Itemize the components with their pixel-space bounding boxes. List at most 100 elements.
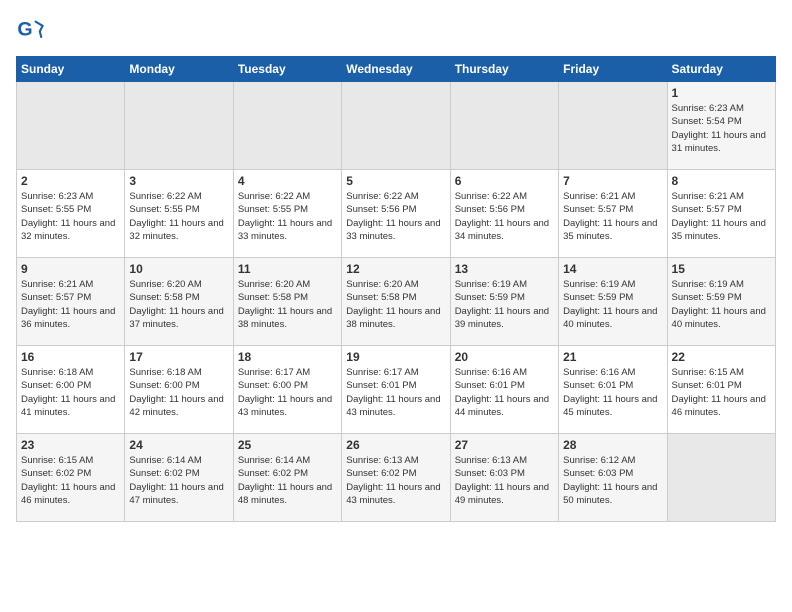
day-number: 9 [21, 262, 120, 276]
cell-info: Sunrise: 6:21 AMSunset: 5:57 PMDaylight:… [563, 190, 662, 243]
calendar-cell [450, 82, 558, 170]
column-header-friday: Friday [559, 57, 667, 82]
calendar-week-row: 9 Sunrise: 6:21 AMSunset: 5:57 PMDaylight… [17, 258, 776, 346]
day-number: 7 [563, 174, 662, 188]
cell-info: Sunrise: 6:13 AMSunset: 6:02 PMDaylight:… [346, 454, 445, 507]
calendar-cell: 11 Sunrise: 6:20 AMSunset: 5:58 PMDayligh… [233, 258, 341, 346]
calendar-cell: 5 Sunrise: 6:22 AMSunset: 5:56 PMDaylight… [342, 170, 450, 258]
cell-info: Sunrise: 6:17 AMSunset: 6:01 PMDaylight:… [346, 366, 445, 419]
day-number: 11 [238, 262, 337, 276]
calendar-cell [342, 82, 450, 170]
calendar-cell [233, 82, 341, 170]
day-number: 24 [129, 438, 228, 452]
column-header-wednesday: Wednesday [342, 57, 450, 82]
column-header-monday: Monday [125, 57, 233, 82]
calendar-cell: 7 Sunrise: 6:21 AMSunset: 5:57 PMDaylight… [559, 170, 667, 258]
day-number: 23 [21, 438, 120, 452]
calendar-cell [667, 434, 775, 522]
cell-info: Sunrise: 6:23 AMSunset: 5:54 PMDaylight:… [672, 102, 771, 155]
day-number: 8 [672, 174, 771, 188]
calendar-cell: 2 Sunrise: 6:23 AMSunset: 5:55 PMDaylight… [17, 170, 125, 258]
day-number: 25 [238, 438, 337, 452]
calendar-header-row: SundayMondayTuesdayWednesdayThursdayFrid… [17, 57, 776, 82]
day-number: 2 [21, 174, 120, 188]
day-number: 12 [346, 262, 445, 276]
cell-info: Sunrise: 6:21 AMSunset: 5:57 PMDaylight:… [672, 190, 771, 243]
day-number: 5 [346, 174, 445, 188]
cell-info: Sunrise: 6:12 AMSunset: 6:03 PMDaylight:… [563, 454, 662, 507]
calendar-cell: 25 Sunrise: 6:14 AMSunset: 6:02 PMDayligh… [233, 434, 341, 522]
cell-info: Sunrise: 6:22 AMSunset: 5:55 PMDaylight:… [238, 190, 337, 243]
calendar-cell: 20 Sunrise: 6:16 AMSunset: 6:01 PMDayligh… [450, 346, 558, 434]
calendar-cell: 18 Sunrise: 6:17 AMSunset: 6:00 PMDayligh… [233, 346, 341, 434]
day-number: 22 [672, 350, 771, 364]
calendar-cell: 21Sunrise: 6:16 AMSunset: 6:01 PMDayligh… [559, 346, 667, 434]
day-number: 28 [563, 438, 662, 452]
calendar-cell [17, 82, 125, 170]
day-number: 4 [238, 174, 337, 188]
cell-info: Sunrise: 6:14 AMSunset: 6:02 PMDaylight:… [238, 454, 337, 507]
day-number: 27 [455, 438, 554, 452]
cell-info: Sunrise: 6:15 AMSunset: 6:02 PMDaylight:… [21, 454, 120, 507]
calendar-table: SundayMondayTuesdayWednesdayThursdayFrid… [16, 56, 776, 522]
calendar-cell [559, 82, 667, 170]
cell-info: Sunrise: 6:22 AMSunset: 5:56 PMDaylight:… [346, 190, 445, 243]
day-number: 1 [672, 86, 771, 100]
cell-info: Sunrise: 6:14 AMSunset: 6:02 PMDaylight:… [129, 454, 228, 507]
calendar-cell: 26Sunrise: 6:13 AMSunset: 6:02 PMDayligh… [342, 434, 450, 522]
day-number: 14 [563, 262, 662, 276]
column-header-thursday: Thursday [450, 57, 558, 82]
cell-info: Sunrise: 6:21 AMSunset: 5:57 PMDaylight:… [21, 278, 120, 331]
cell-info: Sunrise: 6:19 AMSunset: 5:59 PMDaylight:… [672, 278, 771, 331]
calendar-week-row: 1 Sunrise: 6:23 AMSunset: 5:54 PMDaylight… [17, 82, 776, 170]
calendar-week-row: 2 Sunrise: 6:23 AMSunset: 5:55 PMDaylight… [17, 170, 776, 258]
calendar-week-row: 23 Sunrise: 6:15 AMSunset: 6:02 PMDayligh… [17, 434, 776, 522]
calendar-cell: 22 Sunrise: 6:15 AMSunset: 6:01 PMDayligh… [667, 346, 775, 434]
cell-info: Sunrise: 6:13 AMSunset: 6:03 PMDaylight:… [455, 454, 554, 507]
day-number: 20 [455, 350, 554, 364]
day-number: 6 [455, 174, 554, 188]
day-number: 3 [129, 174, 228, 188]
calendar-cell: 14 Sunrise: 6:19 AMSunset: 5:59 PMDayligh… [559, 258, 667, 346]
cell-info: Sunrise: 6:20 AMSunset: 5:58 PMDaylight:… [129, 278, 228, 331]
day-number: 13 [455, 262, 554, 276]
calendar-cell: 1 Sunrise: 6:23 AMSunset: 5:54 PMDaylight… [667, 82, 775, 170]
calendar-cell: 12 Sunrise: 6:20 AMSunset: 5:58 PMDayligh… [342, 258, 450, 346]
calendar-cell: 23 Sunrise: 6:15 AMSunset: 6:02 PMDayligh… [17, 434, 125, 522]
calendar-cell: 9 Sunrise: 6:21 AMSunset: 5:57 PMDaylight… [17, 258, 125, 346]
cell-info: Sunrise: 6:15 AMSunset: 6:01 PMDaylight:… [672, 366, 771, 419]
calendar-cell: 19Sunrise: 6:17 AMSunset: 6:01 PMDayligh… [342, 346, 450, 434]
cell-info: Sunrise: 6:23 AMSunset: 5:55 PMDaylight:… [21, 190, 120, 243]
cell-info: Sunrise: 6:20 AMSunset: 5:58 PMDaylight:… [346, 278, 445, 331]
calendar-cell: 17 Sunrise: 6:18 AMSunset: 6:00 PMDayligh… [125, 346, 233, 434]
calendar-cell: 10Sunrise: 6:20 AMSunset: 5:58 PMDayligh… [125, 258, 233, 346]
column-header-tuesday: Tuesday [233, 57, 341, 82]
calendar-week-row: 16Sunrise: 6:18 AMSunset: 6:00 PMDayligh… [17, 346, 776, 434]
calendar-cell: 6 Sunrise: 6:22 AMSunset: 5:56 PMDaylight… [450, 170, 558, 258]
calendar-cell: 8 Sunrise: 6:21 AMSunset: 5:57 PMDaylight… [667, 170, 775, 258]
svg-text:G: G [17, 19, 32, 41]
calendar-cell: 16Sunrise: 6:18 AMSunset: 6:00 PMDayligh… [17, 346, 125, 434]
cell-info: Sunrise: 6:17 AMSunset: 6:00 PMDaylight:… [238, 366, 337, 419]
calendar-cell: 28 Sunrise: 6:12 AMSunset: 6:03 PMDayligh… [559, 434, 667, 522]
calendar-cell: 27 Sunrise: 6:13 AMSunset: 6:03 PMDayligh… [450, 434, 558, 522]
cell-info: Sunrise: 6:22 AMSunset: 5:55 PMDaylight:… [129, 190, 228, 243]
calendar-cell: 13Sunrise: 6:19 AMSunset: 5:59 PMDayligh… [450, 258, 558, 346]
calendar-cell: 3 Sunrise: 6:22 AMSunset: 5:55 PMDaylight… [125, 170, 233, 258]
cell-info: Sunrise: 6:22 AMSunset: 5:56 PMDaylight:… [455, 190, 554, 243]
day-number: 18 [238, 350, 337, 364]
page-header: G [16, 16, 776, 44]
calendar-cell: 4 Sunrise: 6:22 AMSunset: 5:55 PMDaylight… [233, 170, 341, 258]
day-number: 17 [129, 350, 228, 364]
logo-icon: G [16, 16, 44, 44]
cell-info: Sunrise: 6:16 AMSunset: 6:01 PMDaylight:… [563, 366, 662, 419]
column-header-sunday: Sunday [17, 57, 125, 82]
cell-info: Sunrise: 6:19 AMSunset: 5:59 PMDaylight:… [563, 278, 662, 331]
cell-info: Sunrise: 6:20 AMSunset: 5:58 PMDaylight:… [238, 278, 337, 331]
cell-info: Sunrise: 6:18 AMSunset: 6:00 PMDaylight:… [129, 366, 228, 419]
calendar-cell: 15Sunrise: 6:19 AMSunset: 5:59 PMDayligh… [667, 258, 775, 346]
cell-info: Sunrise: 6:16 AMSunset: 6:01 PMDaylight:… [455, 366, 554, 419]
column-header-saturday: Saturday [667, 57, 775, 82]
cell-info: Sunrise: 6:18 AMSunset: 6:00 PMDaylight:… [21, 366, 120, 419]
calendar-cell: 24 Sunrise: 6:14 AMSunset: 6:02 PMDayligh… [125, 434, 233, 522]
